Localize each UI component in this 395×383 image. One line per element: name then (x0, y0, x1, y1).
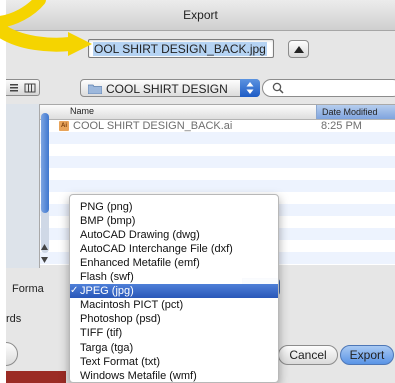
sidebar (6, 104, 40, 268)
format-option[interactable]: TIFF (tif) (70, 326, 278, 340)
location-label: COOL SHIRT DESIGN (106, 82, 228, 96)
format-option-label: AutoCAD Interchange File (dxf) (80, 243, 233, 256)
format-option[interactable]: Flash (swf) (70, 270, 278, 284)
format-option[interactable]: BMP (bmp) (70, 214, 278, 228)
column-header: Name Date Modified (40, 105, 395, 120)
format-option-label: AutoCAD Drawing (dwg) (80, 229, 200, 242)
cancel-button[interactable]: Cancel (278, 345, 338, 365)
row-stripe (40, 156, 395, 168)
column-date-header[interactable]: Date Modified (316, 105, 395, 119)
desktop-background (6, 371, 66, 383)
row-stripe (40, 180, 395, 192)
row-stripe (40, 132, 395, 144)
format-option-label: Targa (tga) (80, 341, 134, 354)
format-option-label: Text Format (txt) (80, 355, 161, 368)
triangle-up-icon (294, 46, 304, 53)
list-view-icon[interactable] (8, 80, 20, 95)
format-option[interactable]: Text Format (txt) (70, 355, 278, 369)
format-option[interactable]: ✓ JPEG (jpg) (70, 284, 278, 299)
column-view-icon[interactable] (23, 80, 37, 95)
format-option-label: Macintosh PICT (pct) (80, 299, 184, 312)
format-option[interactable]: AutoCAD Interchange File (dxf) (70, 242, 278, 256)
format-option-label: Windows Metafile (wmf) (80, 369, 197, 382)
format-option-label: Enhanced Metafile (emf) (80, 257, 200, 270)
format-option-label: JPEG (jpg) (80, 285, 134, 298)
file-date: 8:25 PM (321, 120, 362, 132)
format-option[interactable]: Photoshop (psd) (70, 312, 278, 326)
checkmark-icon: ✓ (70, 285, 79, 297)
scroll-up-icon[interactable] (40, 243, 49, 251)
chevron-updown-icon (246, 82, 254, 94)
format-option-label: TIFF (tif) (80, 327, 123, 340)
export-button[interactable]: Export (340, 345, 394, 365)
format-option-label: PNG (png) (80, 201, 133, 213)
search-icon (272, 82, 284, 94)
format-option[interactable]: AutoCAD Drawing (dwg) (70, 228, 278, 242)
scroll-down-icon[interactable] (40, 256, 49, 264)
format-option[interactable]: PNG (png) (70, 200, 278, 214)
vertical-scrollbar[interactable] (41, 113, 49, 253)
format-label: Forma (12, 283, 44, 295)
format-option[interactable]: Targa (tga) (70, 341, 278, 355)
list-item[interactable]: Ai COOL SHIRT DESIGN_BACK.ai 8:25 PM (40, 120, 395, 132)
column-name-header[interactable]: Name (70, 106, 94, 116)
format-option[interactable]: Macintosh PICT (pct) (70, 298, 278, 312)
arrow-annotation-icon (0, 0, 92, 56)
format-option[interactable]: Enhanced Metafile (emf) (70, 256, 278, 270)
options-label: rds (6, 313, 22, 325)
search-input[interactable] (262, 79, 395, 97)
format-option-label: BMP (bmp) (80, 215, 136, 228)
view-mode-buttons[interactable] (6, 79, 40, 96)
scrollbar-thumb[interactable] (41, 113, 49, 213)
format-option[interactable]: Windows Metafile (wmf) (70, 369, 278, 383)
expand-dialog-button[interactable] (288, 40, 309, 58)
format-dropdown-menu[interactable]: PNG (png) BMP (bmp) AutoCAD Drawing (dwg) A… (69, 194, 279, 383)
location-popup[interactable]: COOL SHIRT DESIGN (80, 79, 260, 97)
help-button[interactable] (6, 342, 18, 366)
format-option-label: Flash (swf) (80, 271, 134, 284)
folder-icon (88, 84, 102, 94)
file-name: COOL SHIRT DESIGN_BACK.ai (73, 120, 233, 132)
location-stepper[interactable] (240, 79, 260, 97)
format-option-label: Photoshop (psd) (80, 313, 161, 326)
ai-file-icon: Ai (59, 121, 69, 131)
